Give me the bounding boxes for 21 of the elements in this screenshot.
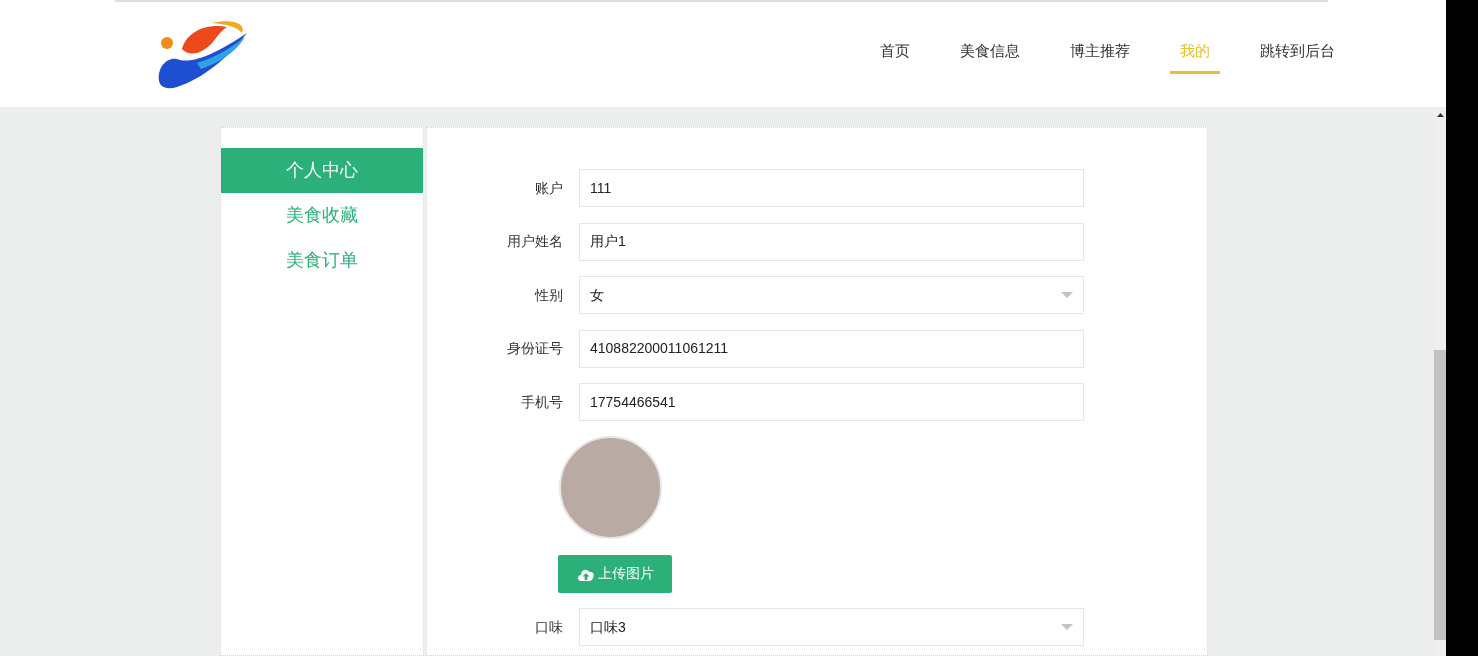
input-field[interactable]: 用户1 <box>579 222 1084 261</box>
dropdown-arrow-icon <box>1061 624 1073 630</box>
field-label: 账户 <box>534 178 563 198</box>
scroll-up-icon[interactable] <box>1437 113 1444 117</box>
field-label: 口味 <box>534 617 563 637</box>
nav-link[interactable]: 博主推荐 <box>1060 40 1140 74</box>
logo-icon <box>157 18 249 91</box>
nav-link[interactable]: 跳转到后台 <box>1250 40 1345 74</box>
input-field[interactable]: 111 <box>579 169 1084 207</box>
input-field[interactable]: 17754466541 <box>579 383 1084 421</box>
field-label: 手机号 <box>520 392 563 412</box>
field-label: 用户姓名 <box>506 232 563 251</box>
field-label: 身份证号 <box>506 339 563 358</box>
nav-link[interactable]: 首页 <box>870 40 920 74</box>
field-label: 性别 <box>533 285 563 305</box>
select-field[interactable]: 口味3 <box>579 608 1084 646</box>
nav-link[interactable]: 美食信息 <box>950 40 1030 74</box>
dropdown-arrow-icon <box>1061 292 1073 298</box>
scrollbar-thumb[interactable] <box>1434 350 1446 640</box>
input-field[interactable]: 410882200011061211 <box>579 329 1084 368</box>
select-field[interactable]: 女 <box>579 276 1084 314</box>
